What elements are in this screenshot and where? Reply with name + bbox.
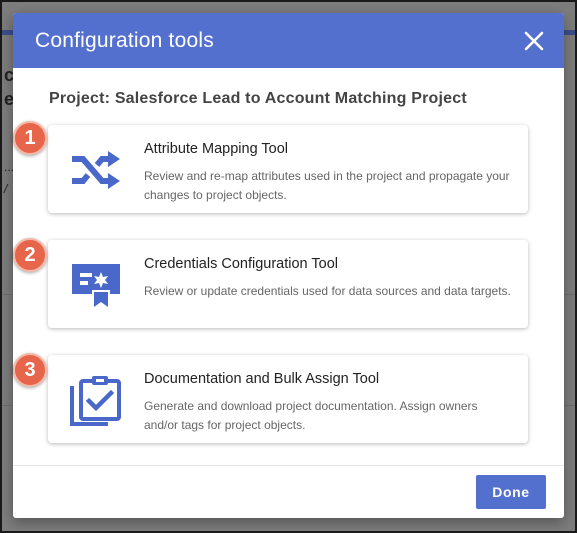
- tool-description: Generate and download project documentat…: [144, 399, 478, 432]
- step-badge: 3: [13, 353, 47, 387]
- configuration-tools-dialog: Configuration tools Project: Salesforce …: [13, 13, 564, 518]
- screenshot-frame: c e ... / Configuration tools Project: S…: [0, 0, 577, 533]
- tool-name: Documentation and Bulk Assign Tool: [144, 371, 380, 387]
- tool-name: Attribute Mapping Tool: [144, 141, 289, 157]
- tool-description: Review or update credentials used for da…: [144, 284, 511, 298]
- background-text-fragment: /: [4, 182, 8, 196]
- project-title: Project: Salesforce Lead to Account Matc…: [49, 90, 467, 107]
- certificate-icon: [68, 260, 124, 310]
- shuffle-icon: [68, 145, 124, 195]
- dialog-header: Configuration tools: [13, 13, 564, 68]
- dialog-footer: Done: [13, 465, 564, 518]
- step-badge: 2: [13, 238, 47, 272]
- tool-description: Review and re-map attributes used in the…: [144, 169, 510, 202]
- step-badge: 1: [13, 121, 47, 155]
- attribute-mapping-tool-card[interactable]: Attribute Mapping Tool Review and re-map…: [48, 125, 528, 213]
- credentials-configuration-tool-card[interactable]: Credentials Configuration Tool Review or…: [48, 240, 528, 328]
- documentation-bulk-assign-tool-card[interactable]: Documentation and Bulk Assign Tool Gener…: [48, 355, 528, 443]
- dialog-title: Configuration tools: [35, 28, 214, 52]
- clipboard-check-icon: [68, 375, 124, 426]
- done-button[interactable]: Done: [476, 475, 546, 509]
- close-icon: [524, 31, 544, 50]
- tool-name: Credentials Configuration Tool: [144, 256, 338, 272]
- close-button[interactable]: [522, 29, 546, 53]
- dialog-body: Project: Salesforce Lead to Account Matc…: [13, 68, 564, 443]
